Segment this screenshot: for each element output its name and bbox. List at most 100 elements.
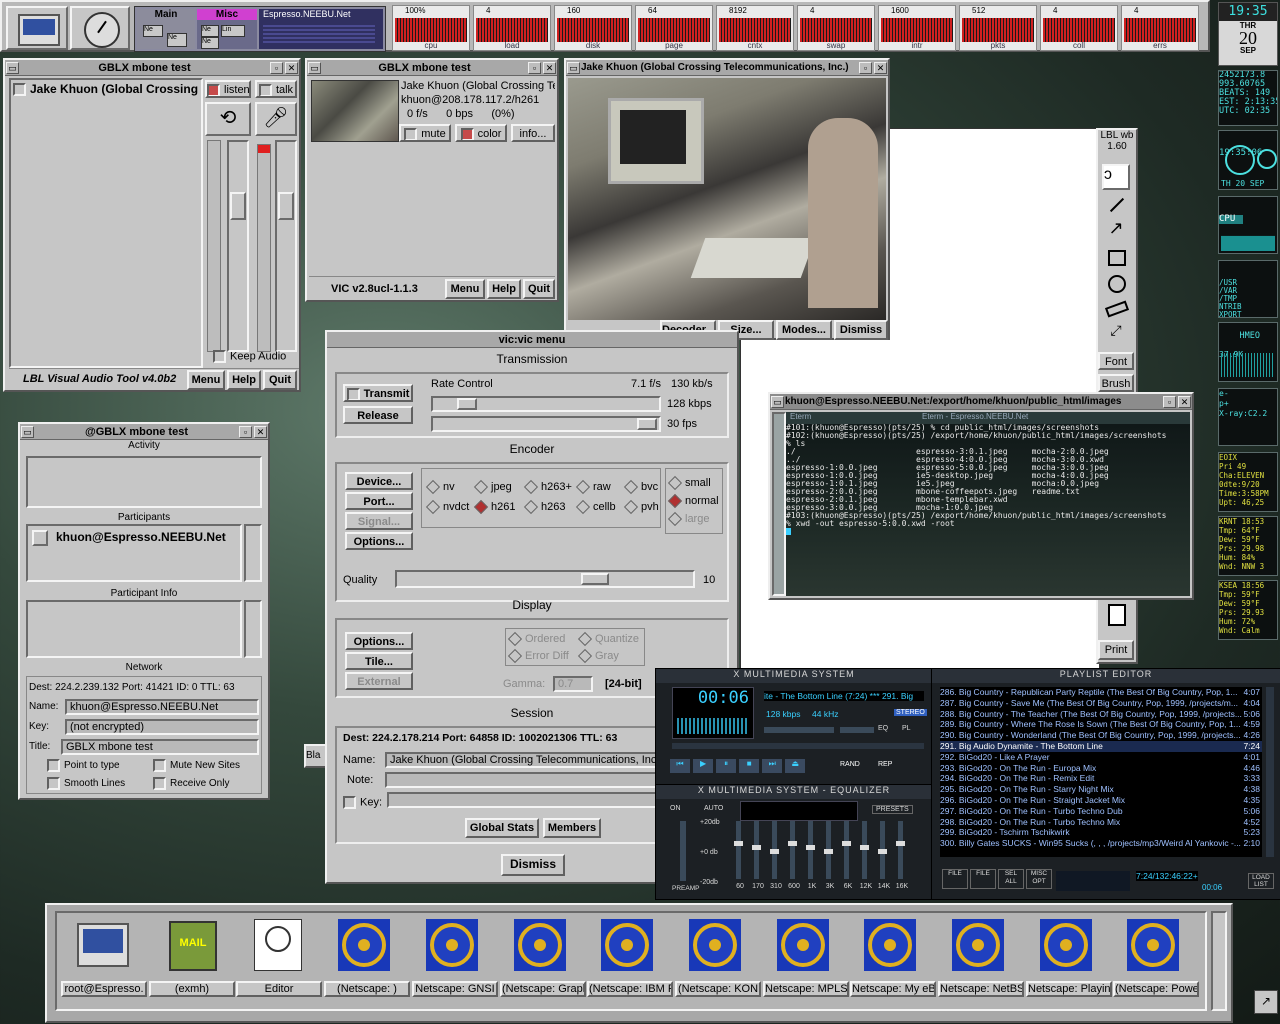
key-field[interactable]: (not encrypted): [65, 719, 259, 735]
task-label[interactable]: Netscape: GNSI: [412, 981, 498, 997]
window-menu-icon[interactable]: ▭: [6, 61, 19, 74]
task-label[interactable]: (Netscape: KON: [675, 981, 761, 997]
video-modes-button[interactable]: Modes...: [776, 320, 832, 340]
eq-band-slider[interactable]: [788, 821, 797, 879]
playlist-list[interactable]: 286. Big Country - Republican Party Rept…: [940, 687, 1262, 857]
bandwidth-slider[interactable]: [431, 396, 661, 412]
vat-info-titlebar[interactable]: ▭ @GBLX mbone test ▫ ✕: [20, 424, 268, 440]
wb-print-button[interactable]: Print: [1098, 640, 1134, 660]
task-label[interactable]: root@Espresso.: [61, 981, 147, 997]
task-icon[interactable]: [769, 917, 841, 973]
eq-auto-button[interactable]: AUTO: [704, 805, 723, 812]
playlist-row[interactable]: 289. Big Country - Where The Rose Is Sow…: [940, 719, 1262, 730]
desk-pager[interactable]: Main Ne Ne Misc Ne Lin Ne Espresso.NEEBU…: [134, 6, 386, 52]
xmms-eq-toggle[interactable]: EQ: [878, 725, 888, 732]
task-label[interactable]: (Netscape: Graph: [500, 981, 586, 997]
wb-tool-eraser[interactable]: [1102, 296, 1130, 320]
minimize-icon[interactable]: ▫: [859, 61, 872, 74]
wb-tool-rect[interactable]: [1102, 244, 1130, 270]
eterm-terminal[interactable]: #101:(khuon@Espresso)(pts/25) % cd publi…: [786, 424, 1190, 596]
workstation-launcher-button[interactable]: [6, 6, 68, 50]
members-button[interactable]: Members: [543, 818, 601, 838]
codec-h263-option[interactable]: h263: [523, 500, 565, 515]
eterm-titlebar[interactable]: ▭ khuon@Espresso.NEEBU.Net:/export/home/…: [770, 394, 1192, 410]
xmms-pl-toggle[interactable]: PL: [902, 725, 911, 732]
release-button[interactable]: Release: [343, 406, 413, 424]
codec-raw-option[interactable]: raw: [575, 480, 611, 495]
task-icon[interactable]: [593, 917, 665, 973]
size-large-option[interactable]: large: [667, 512, 709, 527]
task-label[interactable]: (Netscape: Powe: [1113, 981, 1199, 997]
stop-icon[interactable]: ■: [739, 759, 760, 773]
task-icon[interactable]: [67, 917, 139, 973]
vat-listen-button[interactable]: listen: [205, 80, 251, 98]
video-titlebar[interactable]: ▭ Jake Khuon (Global Crossing Telecommun…: [566, 60, 888, 76]
size-small-option[interactable]: small: [667, 476, 711, 491]
session-key-toggle[interactable]: Key:: [343, 796, 382, 809]
window-menu-icon[interactable]: ▭: [21, 425, 34, 438]
codec-bvc-option[interactable]: bvc: [623, 480, 658, 495]
vic-titlebar[interactable]: ▭ GBLX mbone test ▫ ✕: [307, 60, 557, 76]
port-button[interactable]: Port...: [345, 492, 413, 510]
task-icon[interactable]: [856, 917, 928, 973]
mic-volume-slider[interactable]: [275, 140, 297, 352]
wb-brush-button[interactable]: Brush: [1098, 374, 1134, 392]
task-label[interactable]: (Netscape: IBM F: [587, 981, 673, 997]
vic-menu-dismiss-button[interactable]: Dismiss: [501, 854, 565, 876]
wb-tool-move[interactable]: ⤢: [1102, 322, 1130, 346]
vic-mute-button[interactable]: mute: [399, 124, 451, 142]
playlist-row[interactable]: 288. Big Country - The Teacher (The Best…: [940, 709, 1262, 720]
playlist-row[interactable]: 299. BiGod20 - Tschirm Tschikwirk 5:23: [940, 827, 1262, 838]
task-label[interactable]: Netscape: NetBS: [938, 981, 1024, 997]
codec-nv-option[interactable]: nv: [425, 480, 455, 495]
vic-info-button[interactable]: info...: [511, 124, 555, 142]
pause-icon[interactable]: ⏸: [716, 759, 737, 773]
playlist-button[interactable]: FILE: [942, 869, 968, 889]
minimize-icon[interactable]: ▫: [1163, 395, 1176, 408]
task-icon[interactable]: MAIL: [155, 917, 227, 973]
wb-tool-freehand[interactable]: ↄ: [1102, 164, 1130, 190]
error-diff-option[interactable]: Error Diff: [507, 649, 569, 664]
task-icon[interactable]: [330, 917, 402, 973]
task-icon[interactable]: [1032, 917, 1104, 973]
title-field[interactable]: GBLX mbone test: [61, 739, 259, 755]
task-label[interactable]: Netscape: Playin: [1026, 981, 1112, 997]
pager-desk-host[interactable]: Espresso.NEEBU.Net: [259, 9, 383, 49]
vat-menu-button[interactable]: Menu: [187, 370, 225, 390]
vat-help-button[interactable]: Help: [227, 370, 261, 390]
window-menu-icon[interactable]: ▭: [771, 395, 784, 408]
eq-band-slider[interactable]: [770, 821, 779, 879]
quantize-option[interactable]: Quantize: [577, 632, 639, 647]
taskbar-scrollbar[interactable]: [1211, 911, 1227, 1011]
vic-help-button[interactable]: Help: [487, 279, 521, 299]
eterm-scrollbar[interactable]: [772, 412, 786, 596]
playlist-row[interactable]: 300. Billy Gates SUCKS - Win95 Sucks (, …: [940, 838, 1262, 849]
global-stats-button[interactable]: Global Stats: [465, 818, 539, 838]
eterm-tab[interactable]: Eterm: [786, 412, 815, 421]
task-icon[interactable]: [944, 917, 1016, 973]
task-icon[interactable]: [506, 917, 578, 973]
external-button[interactable]: External: [345, 672, 413, 690]
vat-quit-button[interactable]: Quit: [263, 370, 297, 390]
vic-color-button[interactable]: color: [455, 124, 507, 142]
gamma-field[interactable]: 0.7: [553, 676, 593, 692]
wb-tool-oval[interactable]: [1102, 270, 1130, 296]
receive-only-toggle[interactable]: Receive Only: [153, 777, 229, 790]
framerate-slider[interactable]: [431, 416, 661, 432]
close-icon[interactable]: ✕: [874, 61, 887, 74]
ordered-option[interactable]: Ordered: [507, 632, 565, 647]
keep-audio-toggle[interactable]: Keep Audio: [213, 350, 286, 363]
playlist-row[interactable]: 295. BiGod20 - On The Run - Starry Night…: [940, 784, 1262, 795]
wb-page-icon[interactable]: [1108, 604, 1126, 626]
task-label[interactable]: Editor: [236, 981, 322, 997]
xmms-seek-bar[interactable]: [672, 743, 924, 749]
playlist-row[interactable]: 290. Big Country - Wonderland (The Best …: [940, 730, 1262, 741]
vic-thumbnail[interactable]: [311, 80, 399, 142]
participant-checkbox[interactable]: [13, 83, 26, 97]
slider-thumb[interactable]: [457, 398, 477, 410]
playlist-button[interactable]: MISC OPT: [1026, 869, 1052, 889]
xmms-volume-slider[interactable]: [764, 727, 834, 733]
playlist-scrollbar[interactable]: [1266, 687, 1274, 857]
playlist-row[interactable]: 296. BiGod20 - On The Run - Straight Jac…: [940, 795, 1262, 806]
playlist-row[interactable]: 293. BiGod20 - On The Run - Europa Mix 4:…: [940, 763, 1262, 774]
